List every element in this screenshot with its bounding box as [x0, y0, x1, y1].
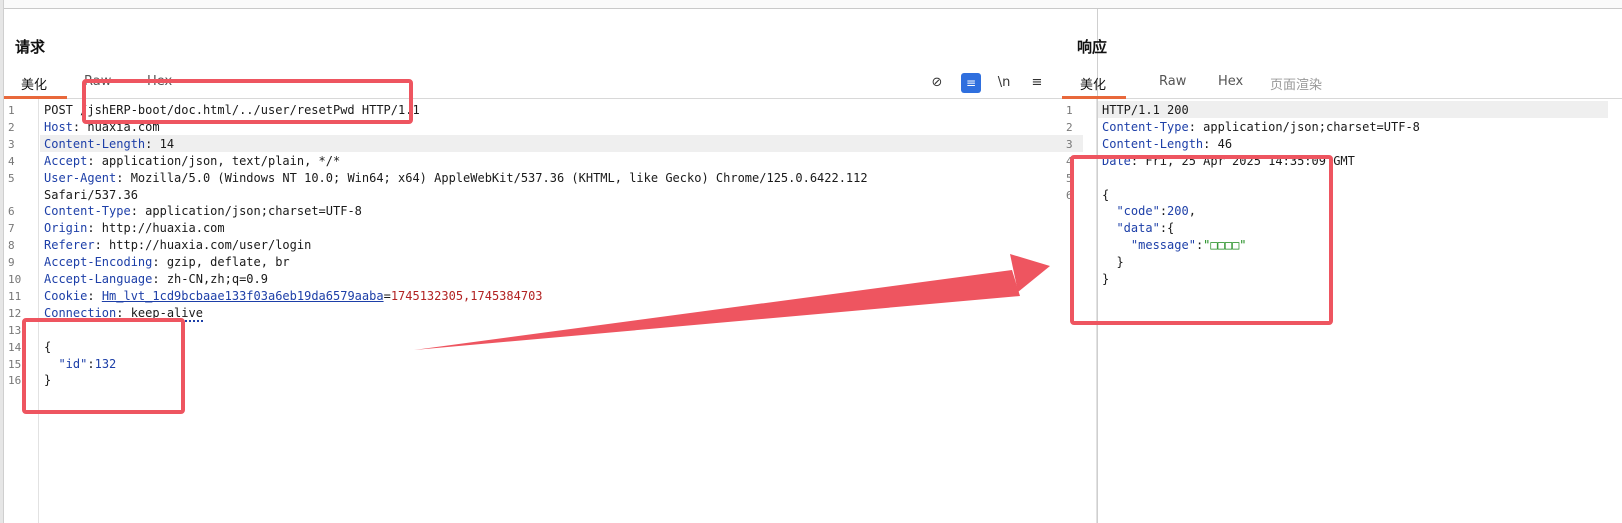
tab-render[interactable]: 页面渲染 [1270, 74, 1322, 93]
code-token: Content-Type [44, 204, 131, 219]
code-token: Accept-Encoding [44, 255, 153, 270]
annotation-box-body [22, 318, 185, 414]
hide-icon[interactable]: ⊘ [927, 73, 947, 93]
menu-icon[interactable]: ≡ [1027, 73, 1047, 93]
word-wrap-icon[interactable]: ≡ [961, 73, 981, 93]
code-token: User-Agent [44, 170, 117, 185]
response-tabs: 美化 Raw Hex 页面渲染 [1062, 67, 1622, 99]
line-number: 1 [8, 104, 15, 117]
code-token: : gzip, deflate, br [152, 255, 290, 270]
tab-raw[interactable]: Raw [1159, 74, 1186, 89]
code-line: Content-Type: application/json;charset=U… [1102, 120, 1420, 134]
code-token: : application/json, text/plain, */* [87, 153, 341, 168]
code-token: : application/json;charset=UTF-8 [1188, 119, 1420, 134]
line-number: 1 [1066, 104, 1073, 117]
line-number: 11 [8, 289, 22, 303]
code-token: HTTP/1.1 200 [1102, 103, 1189, 117]
code-token: Content-Type [1102, 119, 1189, 134]
code-token: : application/json;charset=UTF-8 [130, 204, 362, 219]
window-top-border [0, 0, 1622, 9]
line-number: 6 [8, 205, 15, 219]
newline-icon[interactable]: \n [994, 73, 1014, 93]
request-editor[interactable]: 1 2 3 4 5 6 7 8 9 10 11 12 13 14 15 16 POST /jshERP-boo… [4, 99, 1097, 523]
code-token: : Mozilla/5.0 (Windows NT 10.0; Win64; x… [116, 170, 868, 185]
code-line: Cookie: Hm_lvt_1cd9bcbaae133f03a6eb19da6… [44, 289, 543, 303]
code-token: : http://huaxia.com [87, 221, 225, 236]
line-number: 3 [1066, 137, 1073, 151]
code-line: Content-Length: 46 [1102, 137, 1232, 151]
annotation-box-response [1070, 155, 1333, 325]
line-number: 7 [8, 222, 15, 236]
line-number: 8 [8, 239, 15, 253]
code-line: HTTP/1.1 200 [1102, 103, 1189, 117]
code-token: : [87, 288, 102, 303]
code-token: 1745132305,1745384703 [390, 288, 543, 303]
code-line: Safari/537.36 [44, 188, 138, 202]
code-line: Content-Length: 14 [44, 137, 174, 151]
code-line: Referer: http://huaxia.com/user/login [44, 238, 311, 252]
code-token: Host [44, 119, 73, 134]
request-title: 请求 [15, 38, 46, 56]
code-token: Content-Length [44, 136, 146, 151]
code-token: Content-Length [1102, 136, 1204, 151]
code-line: Accept-Language: zh-CN,zh;q=0.9 [44, 272, 268, 286]
code-token: Hm_lvt_1cd9bcbaae133f03a6eb19da6579aaba [101, 288, 384, 303]
code-token: : zh-CN,zh;q=0.9 [152, 272, 268, 286]
code-token: Referer [44, 238, 95, 253]
line-number: 2 [1066, 120, 1073, 134]
line-number: 2 [8, 120, 15, 134]
code-line: Accept-Encoding: gzip, deflate, br [44, 255, 290, 269]
tab-pretty[interactable]: 美化 [1080, 74, 1106, 93]
line-number: 5 [8, 171, 15, 185]
code-line: Content-Type: application/json;charset=U… [44, 204, 362, 218]
code-line: User-Agent: Mozilla/5.0 (Windows NT 10.0… [44, 171, 868, 185]
code-token: : http://huaxia.com/user/login [94, 238, 312, 253]
code-line: Origin: http://huaxia.com [44, 221, 225, 235]
tab-pretty[interactable]: 美化 [21, 74, 47, 93]
code-token: Accept [44, 153, 88, 168]
line-number-gutter: 1 2 3 4 5 6 7 8 9 10 11 12 13 14 15 16 [4, 99, 39, 523]
code-token: : 14 [145, 136, 175, 151]
code-token: = [383, 288, 391, 303]
line-number: 10 [8, 273, 22, 286]
code-token: Accept-Language [44, 272, 153, 286]
code-token: Safari/537.36 [44, 187, 138, 202]
line-number: 9 [8, 256, 15, 270]
code-token: : 46 [1203, 136, 1233, 151]
code-token: Cookie [44, 288, 88, 303]
code-line: Accept: application/json, text/plain, */… [44, 154, 340, 168]
code-token: Origin [44, 221, 88, 236]
current-line-highlight [40, 134, 1083, 152]
line-number: 4 [8, 154, 15, 168]
line-number: 3 [8, 137, 15, 151]
annotation-box-url [82, 79, 413, 124]
response-title: 响应 [1077, 38, 1108, 56]
tab-hex[interactable]: Hex [1218, 74, 1243, 89]
